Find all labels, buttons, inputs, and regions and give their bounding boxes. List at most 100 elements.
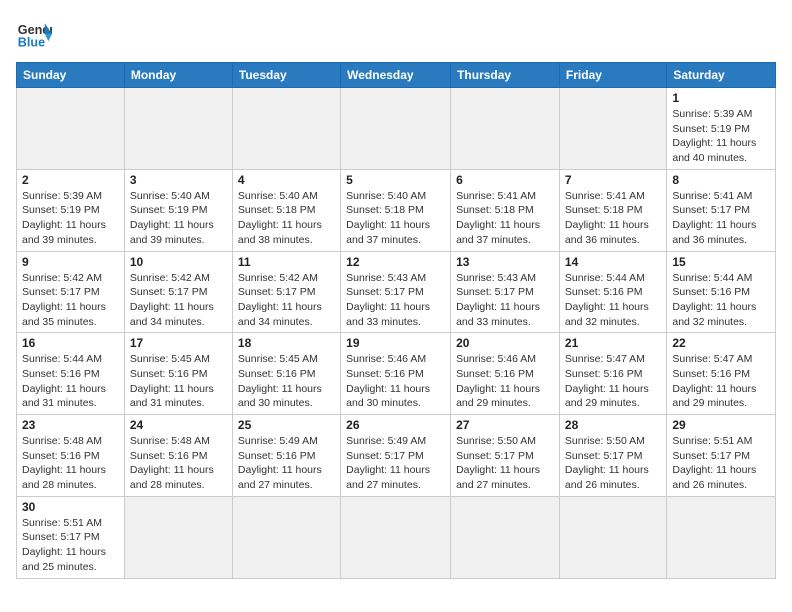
calendar-day-cell: 26Sunrise: 5:49 AMSunset: 5:17 PMDayligh…	[341, 415, 451, 497]
svg-text:Blue: Blue	[18, 36, 45, 50]
day-number: 18	[238, 336, 335, 350]
day-number: 11	[238, 255, 335, 269]
calendar-day-cell: 16 Sunrise: 5:44 AMSunset: 5:16 PMDayligh…	[17, 333, 125, 415]
calendar-day-cell	[232, 496, 340, 578]
day-info: Sunrise: 5:46 AMSunset: 5:16 PMDaylight:…	[456, 352, 554, 411]
calendar-week-0: 1 Sunrise: 5:39 AMSunset: 5:19 PMDaylight…	[17, 88, 776, 170]
day-info: Sunrise: 5:39 AMSunset: 5:19 PMDaylight:…	[22, 189, 119, 248]
calendar-day-cell: 4Sunrise: 5:40 AMSunset: 5:18 PMDaylight…	[232, 169, 340, 251]
col-header-friday: Friday	[559, 63, 666, 88]
day-info: Sunrise: 5:39 AMSunset: 5:19 PMDaylight:…	[672, 107, 770, 166]
day-info: Sunrise: 5:42 AMSunset: 5:17 PMDaylight:…	[238, 271, 335, 330]
calendar-day-cell: 7Sunrise: 5:41 AMSunset: 5:18 PMDaylight…	[559, 169, 666, 251]
calendar-day-cell: 19Sunrise: 5:46 AMSunset: 5:16 PMDayligh…	[341, 333, 451, 415]
calendar-day-cell: 29 Sunrise: 5:51 AMSunset: 5:17 PMDayligh…	[667, 415, 776, 497]
calendar-day-cell: 22 Sunrise: 5:47 AMSunset: 5:16 PMDayligh…	[667, 333, 776, 415]
calendar-day-cell: 27 Sunrise: 5:50 AMSunset: 5:17 PMDayligh…	[451, 415, 560, 497]
day-number: 3	[130, 173, 227, 187]
calendar-day-cell	[559, 496, 666, 578]
calendar-day-cell	[17, 88, 125, 170]
day-number: 6	[456, 173, 554, 187]
day-info: Sunrise: 5:40 AMSunset: 5:18 PMDaylight:…	[238, 189, 335, 248]
day-number: 22	[672, 336, 770, 350]
calendar-day-cell: 28 Sunrise: 5:50 AMSunset: 5:17 PMDayligh…	[559, 415, 666, 497]
day-number: 29	[672, 418, 770, 432]
day-info: Sunrise: 5:43 AMSunset: 5:17 PMDaylight:…	[346, 271, 445, 330]
day-info: Sunrise: 5:50 AMSunset: 5:17 PMDaylight:…	[565, 434, 661, 493]
day-number: 28	[565, 418, 661, 432]
day-info: Sunrise: 5:41 AMSunset: 5:18 PMDaylight:…	[456, 189, 554, 248]
calendar-day-cell: 23 Sunrise: 5:48 AMSunset: 5:16 PMDayligh…	[17, 415, 125, 497]
calendar-day-cell	[232, 88, 340, 170]
day-number: 12	[346, 255, 445, 269]
day-number: 5	[346, 173, 445, 187]
day-number: 10	[130, 255, 227, 269]
day-info: Sunrise: 5:47 AMSunset: 5:16 PMDaylight:…	[565, 352, 661, 411]
calendar-day-cell: 8 Sunrise: 5:41 AMSunset: 5:17 PMDaylight…	[667, 169, 776, 251]
calendar-day-cell: 25 Sunrise: 5:49 AMSunset: 5:16 PMDayligh…	[232, 415, 340, 497]
calendar-day-cell: 24Sunrise: 5:48 AMSunset: 5:16 PMDayligh…	[124, 415, 232, 497]
day-number: 16	[22, 336, 119, 350]
day-number: 8	[672, 173, 770, 187]
day-number: 15	[672, 255, 770, 269]
day-info: Sunrise: 5:49 AMSunset: 5:16 PMDaylight:…	[238, 434, 335, 493]
calendar-week-5: 30 Sunrise: 5:51 AMSunset: 5:17 PMDayligh…	[17, 496, 776, 578]
calendar-day-cell: 17Sunrise: 5:45 AMSunset: 5:16 PMDayligh…	[124, 333, 232, 415]
day-info: Sunrise: 5:41 AMSunset: 5:17 PMDaylight:…	[672, 189, 770, 248]
day-info: Sunrise: 5:40 AMSunset: 5:18 PMDaylight:…	[346, 189, 445, 248]
calendar-day-cell	[341, 496, 451, 578]
calendar-day-cell: 21Sunrise: 5:47 AMSunset: 5:16 PMDayligh…	[559, 333, 666, 415]
day-info: Sunrise: 5:43 AMSunset: 5:17 PMDaylight:…	[456, 271, 554, 330]
day-info: Sunrise: 5:42 AMSunset: 5:17 PMDaylight:…	[22, 271, 119, 330]
day-number: 25	[238, 418, 335, 432]
calendar-day-cell: 20 Sunrise: 5:46 AMSunset: 5:16 PMDayligh…	[451, 333, 560, 415]
calendar-day-cell: 10 Sunrise: 5:42 AMSunset: 5:17 PMDayligh…	[124, 251, 232, 333]
day-number: 17	[130, 336, 227, 350]
col-header-tuesday: Tuesday	[232, 63, 340, 88]
day-number: 20	[456, 336, 554, 350]
day-info: Sunrise: 5:44 AMSunset: 5:16 PMDaylight:…	[672, 271, 770, 330]
day-info: Sunrise: 5:51 AMSunset: 5:17 PMDaylight:…	[22, 516, 119, 575]
day-number: 27	[456, 418, 554, 432]
calendar-day-cell: 11 Sunrise: 5:42 AMSunset: 5:17 PMDayligh…	[232, 251, 340, 333]
calendar-day-cell: 6 Sunrise: 5:41 AMSunset: 5:18 PMDaylight…	[451, 169, 560, 251]
calendar-header-row: SundayMondayTuesdayWednesdayThursdayFrid…	[17, 63, 776, 88]
day-number: 7	[565, 173, 661, 187]
logo-icon: General Blue	[16, 16, 52, 52]
col-header-monday: Monday	[124, 63, 232, 88]
day-number: 14	[565, 255, 661, 269]
calendar-day-cell	[451, 496, 560, 578]
day-info: Sunrise: 5:48 AMSunset: 5:16 PMDaylight:…	[130, 434, 227, 493]
day-info: Sunrise: 5:44 AMSunset: 5:16 PMDaylight:…	[22, 352, 119, 411]
day-info: Sunrise: 5:40 AMSunset: 5:19 PMDaylight:…	[130, 189, 227, 248]
calendar-day-cell: 30 Sunrise: 5:51 AMSunset: 5:17 PMDayligh…	[17, 496, 125, 578]
calendar-day-cell	[124, 496, 232, 578]
col-header-thursday: Thursday	[451, 63, 560, 88]
calendar-week-1: 2 Sunrise: 5:39 AMSunset: 5:19 PMDaylight…	[17, 169, 776, 251]
day-info: Sunrise: 5:51 AMSunset: 5:17 PMDaylight:…	[672, 434, 770, 493]
calendar-week-4: 23 Sunrise: 5:48 AMSunset: 5:16 PMDayligh…	[17, 415, 776, 497]
day-info: Sunrise: 5:50 AMSunset: 5:17 PMDaylight:…	[456, 434, 554, 493]
calendar-day-cell	[559, 88, 666, 170]
day-info: Sunrise: 5:49 AMSunset: 5:17 PMDaylight:…	[346, 434, 445, 493]
calendar-day-cell: 1 Sunrise: 5:39 AMSunset: 5:19 PMDaylight…	[667, 88, 776, 170]
calendar-day-cell	[667, 496, 776, 578]
calendar-day-cell: 5 Sunrise: 5:40 AMSunset: 5:18 PMDaylight…	[341, 169, 451, 251]
day-number: 9	[22, 255, 119, 269]
day-number: 2	[22, 173, 119, 187]
calendar-day-cell: 15 Sunrise: 5:44 AMSunset: 5:16 PMDayligh…	[667, 251, 776, 333]
day-number: 19	[346, 336, 445, 350]
day-number: 23	[22, 418, 119, 432]
day-number: 13	[456, 255, 554, 269]
day-number: 1	[672, 91, 770, 105]
calendar-day-cell: 9 Sunrise: 5:42 AMSunset: 5:17 PMDaylight…	[17, 251, 125, 333]
logo: General Blue	[16, 16, 56, 52]
calendar-day-cell: 18Sunrise: 5:45 AMSunset: 5:16 PMDayligh…	[232, 333, 340, 415]
day-info: Sunrise: 5:42 AMSunset: 5:17 PMDaylight:…	[130, 271, 227, 330]
day-number: 30	[22, 500, 119, 514]
calendar-day-cell: 13 Sunrise: 5:43 AMSunset: 5:17 PMDayligh…	[451, 251, 560, 333]
day-info: Sunrise: 5:47 AMSunset: 5:16 PMDaylight:…	[672, 352, 770, 411]
day-info: Sunrise: 5:48 AMSunset: 5:16 PMDaylight:…	[22, 434, 119, 493]
calendar-day-cell	[124, 88, 232, 170]
col-header-wednesday: Wednesday	[341, 63, 451, 88]
